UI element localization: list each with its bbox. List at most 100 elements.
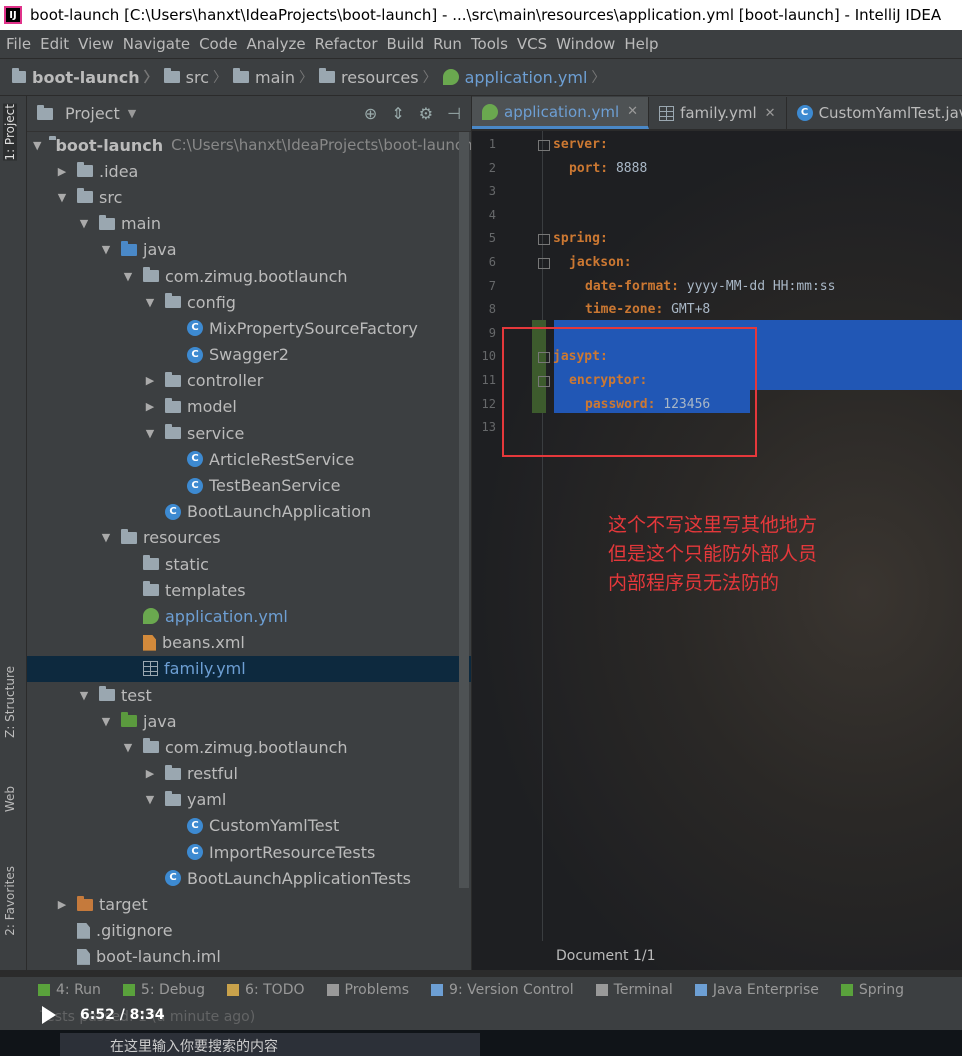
tool-window-problems[interactable]: Problems (326, 982, 409, 998)
collapse-all-icon[interactable]: ⇕ (391, 104, 404, 123)
tree-item[interactable]: ▶CArticleRestService (27, 446, 471, 472)
fold-icon[interactable] (538, 234, 550, 246)
menu-code[interactable]: Code (199, 35, 246, 53)
tree-item[interactable]: ▼ resources (27, 525, 471, 551)
tree-item[interactable]: ▶static (27, 551, 471, 577)
tree-item[interactable]: ▼ config (27, 289, 471, 315)
editor-tab[interactable]: application.yml ✕ (472, 97, 650, 129)
breadcrumb-file[interactable]: application.yml 〉 (442, 67, 612, 87)
tab-favorites[interactable]: 2: Favorites (3, 866, 17, 936)
tree-item[interactable]: ▼ com.zimug.bootlaunch (27, 263, 471, 289)
tree-item[interactable]: ▶CCustomYamlTest (27, 813, 471, 839)
close-icon[interactable]: ✕ (627, 104, 638, 119)
menu-vcs[interactable]: VCS (517, 35, 556, 53)
expand-arrow-icon[interactable]: ▼ (99, 531, 113, 544)
taskbar-search-input[interactable]: 在这里输入你要搜索的内容 (60, 1033, 480, 1056)
tree-item[interactable]: ▶boot-launch.iml (27, 944, 471, 970)
locate-file-icon[interactable]: ⊕ (364, 104, 377, 123)
expand-arrow-icon[interactable]: ▼ (77, 217, 91, 230)
menu-help[interactable]: Help (624, 35, 667, 53)
expand-arrow-icon[interactable]: ▼ (55, 191, 69, 204)
expand-arrow-icon[interactable]: ▼ (99, 243, 113, 256)
gear-icon[interactable]: ⚙ (419, 104, 433, 123)
chevron-down-icon[interactable]: ▼ (128, 107, 136, 120)
tree-item[interactable]: ▼ com.zimug.bootlaunch (27, 734, 471, 760)
breadcrumb-project[interactable]: boot-launch 〉 (12, 67, 164, 87)
tree-item[interactable]: ▼ src (27, 184, 471, 210)
tool-window-version-control[interactable]: 9: Version Control (431, 982, 574, 998)
close-icon[interactable]: ✕ (765, 106, 776, 121)
fold-icon[interactable] (538, 376, 550, 387)
tree-item[interactable]: ▼ main (27, 211, 471, 237)
expand-arrow-icon[interactable]: ▼ (143, 296, 157, 309)
menu-build[interactable]: Build (387, 35, 434, 53)
collapse-arrow-icon[interactable]: ▶ (143, 400, 157, 413)
tree-item[interactable]: ▶ target (27, 891, 471, 917)
menu-refactor[interactable]: Refactor (315, 35, 387, 53)
tree-item[interactable]: ▶CMixPropertySourceFactory (27, 315, 471, 341)
menu-file[interactable]: File (6, 35, 40, 53)
expand-arrow-icon[interactable]: ▼ (143, 427, 157, 440)
hide-panel-icon[interactable]: ⊣ (447, 104, 461, 123)
tree-item[interactable]: ▶CImportResourceTests (27, 839, 471, 865)
tree-item[interactable]: ▶ controller (27, 368, 471, 394)
tree-item[interactable]: ▼ boot-launch C:\Users\hanxt\IdeaProjects\… (27, 132, 471, 158)
tree-item[interactable]: ▶CBootLaunchApplication (27, 499, 471, 525)
fold-icon[interactable] (538, 352, 550, 364)
tree-item[interactable]: ▶CTestBeanService (27, 472, 471, 498)
editor-tab[interactable]: family.yml ✕ (649, 97, 787, 129)
menu-window[interactable]: Window (556, 35, 624, 53)
tree-item[interactable]: ▶.gitignore (27, 918, 471, 944)
tree-item[interactable]: ▶beans.xml (27, 630, 471, 656)
tree-item-label: service (187, 423, 245, 443)
tree-item[interactable]: ▼ java (27, 708, 471, 734)
breadcrumb-resources[interactable]: resources 〉 (319, 67, 443, 87)
tree-scrollbar[interactable] (459, 132, 469, 888)
tree-item[interactable]: ▶ restful (27, 761, 471, 787)
tree-item[interactable]: ▶CSwagger2 (27, 342, 471, 368)
tree-item[interactable]: ▶CBootLaunchApplicationTests (27, 865, 471, 891)
tree-item[interactable]: ▶family.yml (27, 655, 471, 682)
tool-window-terminal[interactable]: Terminal (595, 982, 673, 998)
play-icon[interactable] (42, 1006, 56, 1024)
project-view-selector[interactable]: Project (65, 104, 120, 123)
menu-view[interactable]: View (78, 35, 123, 53)
tool-window-debug[interactable]: 5: Debug (122, 982, 205, 998)
menu-run[interactable]: Run (433, 35, 471, 53)
expand-arrow-icon[interactable]: ▼ (33, 139, 41, 152)
tree-item[interactable]: ▼ yaml (27, 787, 471, 813)
code-editor[interactable]: server: port: 8888 spring: jackson: date-for… (472, 131, 962, 970)
tab-web[interactable]: Web (3, 786, 17, 812)
tree-item[interactable]: ▼ java (27, 237, 471, 263)
expand-arrow-icon[interactable]: ▼ (121, 741, 135, 754)
tool-window-run[interactable]: 4: Run (38, 982, 101, 998)
fold-icon[interactable] (538, 258, 550, 269)
tab-project[interactable]: 1: Project (3, 104, 17, 161)
tab-structure[interactable]: Z: Structure (3, 666, 17, 738)
expand-arrow-icon[interactable]: ▼ (99, 715, 113, 728)
collapse-arrow-icon[interactable]: ▶ (55, 165, 69, 178)
expand-arrow-icon[interactable]: ▼ (143, 793, 157, 806)
tool-window-todo[interactable]: 6: TODO (227, 982, 305, 998)
breadcrumb-src[interactable]: src 〉 (163, 67, 233, 87)
fold-icon[interactable] (538, 140, 550, 151)
menu-edit[interactable]: Edit (40, 35, 78, 53)
tool-window-java-enterprise[interactable]: Java Enterprise (694, 982, 819, 998)
tree-item[interactable]: ▼ service (27, 420, 471, 446)
tree-item[interactable]: ▶ model (27, 394, 471, 420)
expand-arrow-icon[interactable]: ▼ (77, 689, 91, 702)
tree-item[interactable]: ▼ test (27, 682, 471, 708)
editor-tab[interactable]: C CustomYamlTest.java (787, 97, 962, 129)
collapse-arrow-icon[interactable]: ▶ (143, 374, 157, 387)
tree-item[interactable]: ▶templates (27, 577, 471, 603)
tree-item[interactable]: ▶ .idea (27, 158, 471, 184)
collapse-arrow-icon[interactable]: ▶ (143, 767, 157, 780)
breadcrumb-main[interactable]: main 〉 (233, 67, 319, 87)
menu-navigate[interactable]: Navigate (123, 35, 199, 53)
menu-analyze[interactable]: Analyze (246, 35, 314, 53)
collapse-arrow-icon[interactable]: ▶ (55, 898, 69, 911)
menu-tools[interactable]: Tools (471, 35, 517, 53)
expand-arrow-icon[interactable]: ▼ (121, 270, 135, 283)
tree-item[interactable]: ▶application.yml (27, 603, 471, 629)
tool-window-spring[interactable]: Spring (840, 982, 904, 998)
